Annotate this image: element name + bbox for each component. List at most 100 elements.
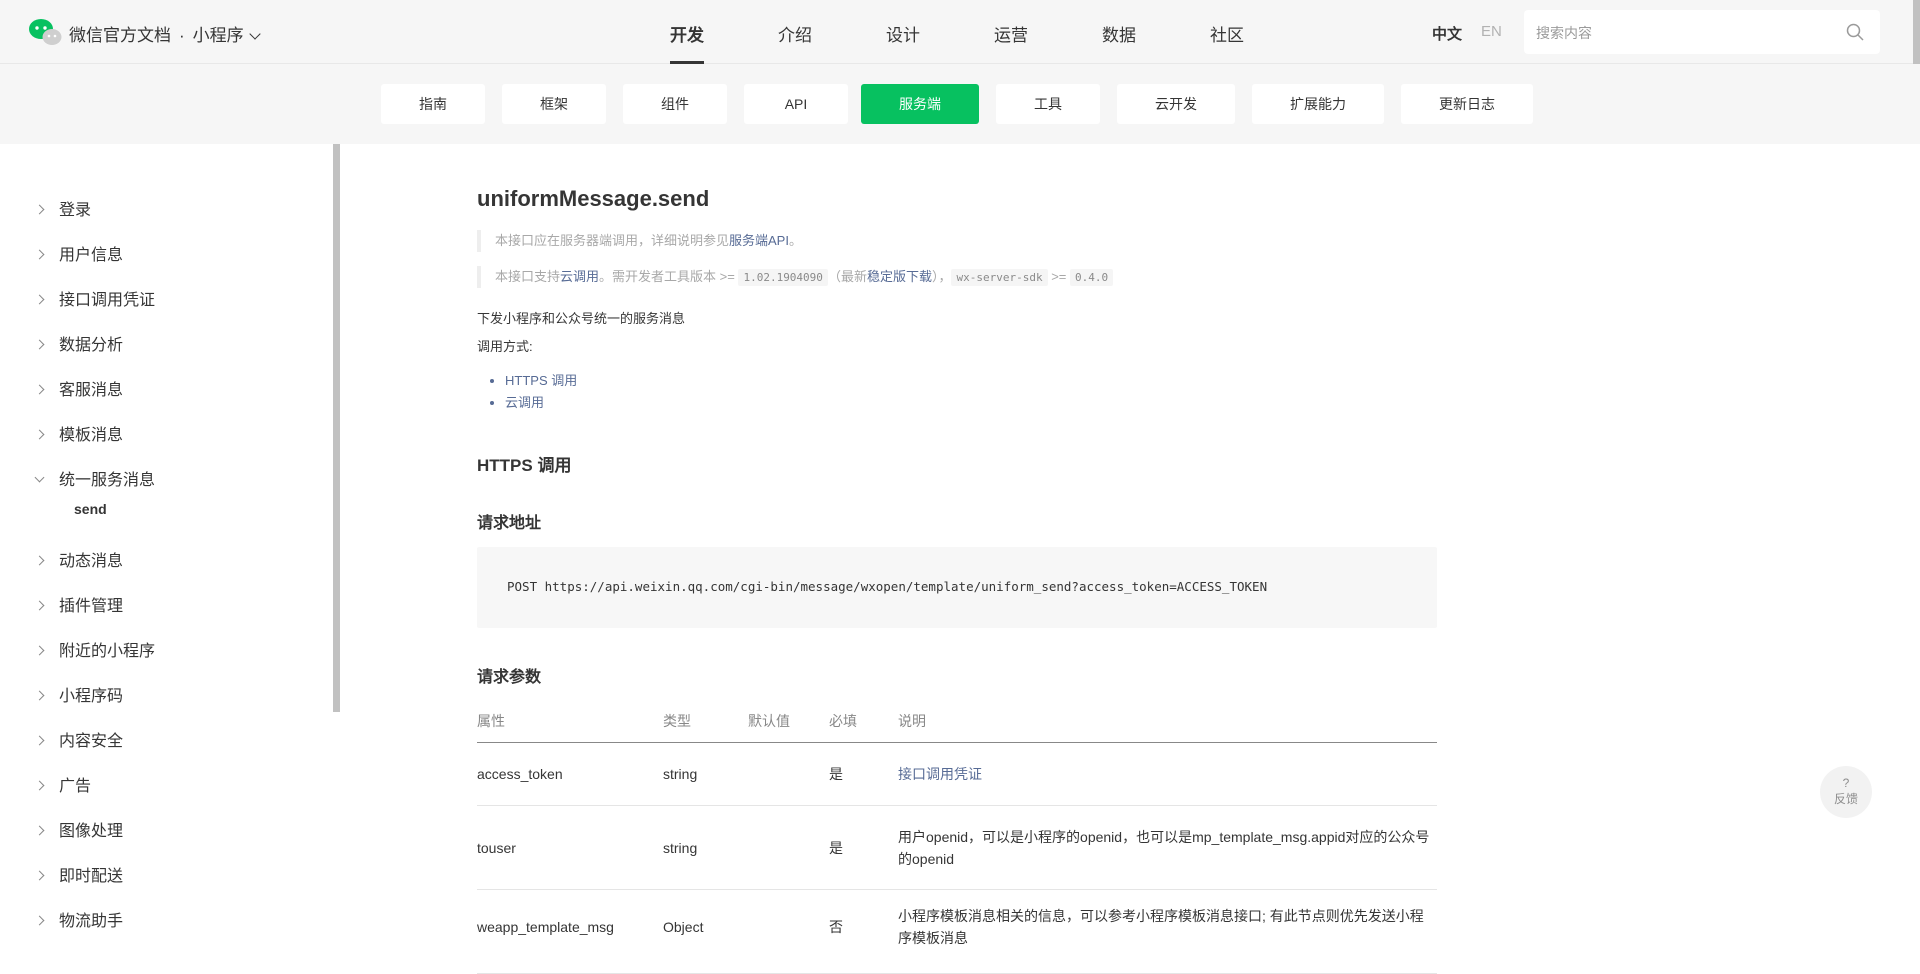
access-token-link[interactable]: 接口调用凭证 <box>898 766 982 782</box>
subnav-cloud-dev[interactable]: 云开发 <box>1117 84 1235 124</box>
description-text: 下发小程序和公众号统一的服务消息 <box>477 311 686 326</box>
call-methods-label: 调用方式: <box>477 339 533 354</box>
brand-separator: · <box>179 26 185 45</box>
wechat-logo-icon[interactable] <box>28 18 62 46</box>
subnav-extensions[interactable]: 扩展能力 <box>1252 84 1384 124</box>
chevron-right-icon <box>34 294 45 305</box>
sidebar-item-login[interactable]: 登录 <box>34 196 92 220</box>
note-text: >= <box>1047 269 1070 284</box>
table-row: touser string 是 用户openid，可以是小程序的openid，也… <box>477 805 1437 890</box>
sidebar-item-user-info[interactable]: 用户信息 <box>34 241 124 265</box>
sidebar-subitem-send[interactable]: send <box>74 501 107 517</box>
lang-zh-link[interactable]: 中文 <box>1432 23 1462 44</box>
subnav-tools[interactable]: 工具 <box>996 84 1100 124</box>
param-name: access_token <box>477 742 663 806</box>
nav-intro[interactable]: 介绍 <box>778 21 812 46</box>
sidebar-item-plugin-manage[interactable]: 插件管理 <box>34 592 124 616</box>
search-icon[interactable] <box>1846 23 1864 41</box>
search-input[interactable] <box>1534 20 1838 46</box>
column-header: 默认值 <box>748 700 829 743</box>
sidebar-item-analysis[interactable]: 数据分析 <box>34 331 123 355</box>
product-switcher[interactable]: 小程序 <box>193 26 244 45</box>
stable-download-link[interactable]: 稳定版下载 <box>867 269 932 284</box>
https-call-link[interactable]: HTTPS 调用 <box>505 373 577 388</box>
sidebar-item-label: 内容安全 <box>59 733 124 750</box>
sidebar-item-nearby[interactable]: 附近的小程序 <box>34 637 156 661</box>
chevron-right-icon <box>34 735 45 746</box>
sidebar-scrollbar[interactable] <box>333 144 340 712</box>
feedback-button[interactable]: ? 反馈 <box>1820 766 1872 818</box>
inline-code-version: 1.02.1904090 <box>738 269 828 286</box>
sidebar-item-label: 插件管理 <box>59 598 124 615</box>
sidebar-item-access-token[interactable]: 接口调用凭证 <box>34 286 155 310</box>
request-url-code-block: POST https://api.weixin.qq.com/cgi-bin/m… <box>477 547 1437 628</box>
nav-community[interactable]: 社区 <box>1210 21 1244 46</box>
chevron-right-icon <box>34 645 45 656</box>
sidebar-item-img[interactable]: 图像处理 <box>34 817 124 841</box>
chevron-right-icon <box>34 690 45 701</box>
sidebar-item-updatable-message[interactable]: 动态消息 <box>34 547 124 571</box>
section-heading-request-params: 请求参数 <box>477 669 542 686</box>
note-text: 。需开发者工具版本 >= <box>599 269 739 284</box>
param-desc: 小程序模板消息相关的信息，可以参考小程序模板消息接口; 有此节点则优先发送小程序… <box>898 889 1437 974</box>
sidebar-item-immediate-delivery[interactable]: 即时配送 <box>34 862 123 886</box>
page-title: uniformMessage.send <box>477 186 710 211</box>
sidebar-item-express[interactable]: 物流助手 <box>34 907 123 931</box>
param-name: weapp_template_msg <box>477 889 663 974</box>
inline-code-sdk: wx-server-sdk <box>951 269 1048 286</box>
chevron-right-icon <box>34 249 45 260</box>
sidebar-item-label: 动态消息 <box>59 553 124 570</box>
list-item: HTTPS 调用 <box>505 370 577 392</box>
subnav-framework[interactable]: 框架 <box>502 84 606 124</box>
subnav-changelog[interactable]: 更新日志 <box>1401 84 1533 124</box>
param-default <box>748 742 829 806</box>
sidebar-item-label: 统一服务消息 <box>59 472 156 489</box>
sidebar-item-customer-message[interactable]: 客服消息 <box>34 376 123 400</box>
nav-design[interactable]: 设计 <box>886 21 920 46</box>
list-item: 云调用 <box>505 392 577 414</box>
sidebar-item-security[interactable]: 内容安全 <box>34 727 124 751</box>
column-header: 必填 <box>829 700 898 743</box>
brand[interactable]: 微信官方文档 · 小程序 <box>69 21 261 46</box>
nav-develop[interactable]: 开发 <box>670 21 704 46</box>
lang-en-link[interactable]: EN <box>1481 23 1502 40</box>
cloud-call-link[interactable]: 云调用 <box>560 269 599 284</box>
column-header: 类型 <box>663 700 748 743</box>
subnav-guide[interactable]: 指南 <box>381 84 485 124</box>
param-type: Object <box>663 889 748 974</box>
param-type: string <box>663 805 748 890</box>
sidebar-item-label: 登录 <box>59 202 92 219</box>
subnav-components[interactable]: 组件 <box>623 84 727 124</box>
chevron-right-icon <box>34 555 45 566</box>
subnav-server[interactable]: 服务端 <box>861 84 979 124</box>
chevron-right-icon <box>34 429 45 440</box>
note-cloud-call: 本接口支持云调用。需开发者工具版本 >= 1.02.1904090 （最新稳定版下… <box>477 266 1114 288</box>
params-table: 属性 类型 默认值 必填 说明 access_token string 是 接口… <box>477 700 1437 974</box>
nav-operations[interactable]: 运营 <box>994 21 1028 46</box>
sidebar: 登录 用户信息 接口调用凭证 数据分析 客服消息 模板消息 统一服务消息 sen… <box>0 144 335 937</box>
cloud-call-anchor-link[interactable]: 云调用 <box>505 395 544 410</box>
sidebar-item-template-message[interactable]: 模板消息 <box>34 421 124 445</box>
sidebar-item-label: 模板消息 <box>59 427 124 444</box>
note-text: 本接口应在服务器端调用，详细说明参见 <box>495 233 730 248</box>
sidebar-item-qrcode[interactable]: 小程序码 <box>34 682 123 706</box>
question-icon: ? <box>1842 776 1850 790</box>
sidebar-item-uniform-message[interactable]: 统一服务消息 <box>34 466 156 490</box>
note-text: 本接口支持 <box>495 269 561 284</box>
param-required: 否 <box>829 889 898 974</box>
table-header-row: 属性 类型 默认值 必填 说明 <box>477 700 1437 743</box>
search-box <box>1524 10 1880 54</box>
param-type: string <box>663 742 748 806</box>
server-api-link[interactable]: 服务端API <box>729 233 789 248</box>
note-text: （最新 <box>827 269 867 284</box>
sidebar-item-label: 图像处理 <box>59 823 124 840</box>
inline-code-sdk-version: 0.4.0 <box>1070 269 1114 286</box>
sidebar-item-label: 用户信息 <box>59 247 124 264</box>
nav-data[interactable]: 数据 <box>1102 21 1136 46</box>
sidebar-item-label: 附近的小程序 <box>59 643 156 660</box>
chevron-down-icon[interactable] <box>249 28 261 40</box>
note-text: ）， <box>931 269 952 284</box>
subnav-api[interactable]: API <box>744 84 848 124</box>
sidebar-item-ad[interactable]: 广告 <box>34 772 91 796</box>
chevron-right-icon <box>34 600 45 611</box>
